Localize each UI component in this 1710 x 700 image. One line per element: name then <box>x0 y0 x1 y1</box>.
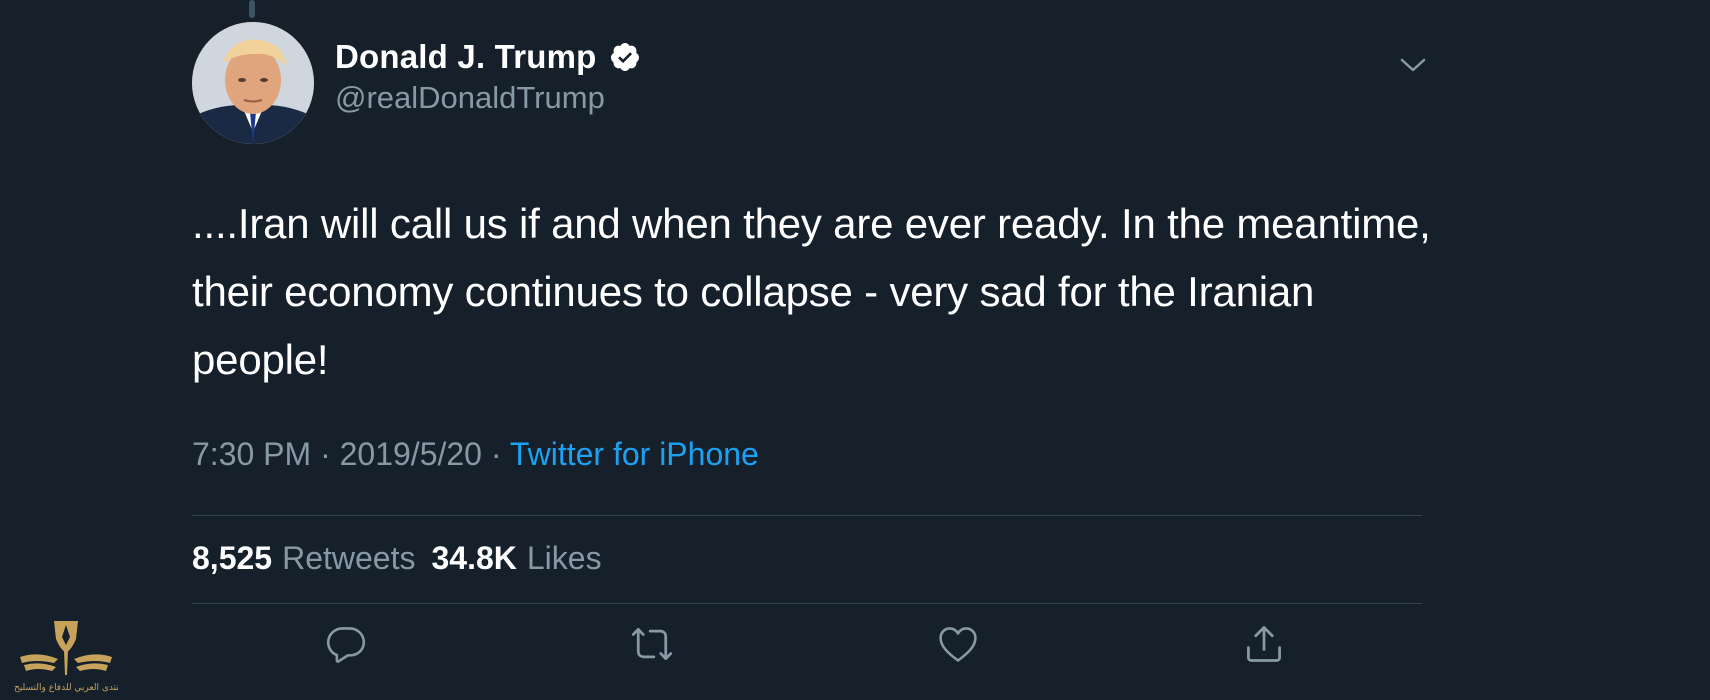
shield-wings-icon <box>20 621 112 675</box>
tweet-source-link[interactable]: Twitter for iPhone <box>510 436 759 472</box>
reply-button[interactable] <box>324 622 368 666</box>
watermark-text: المنتدى العربي للدفاع والتسليح <box>14 683 118 693</box>
author-handle[interactable]: @realDonaldTrump <box>335 80 605 116</box>
watermark-logo: المنتدى العربي للدفاع والتسليح <box>14 615 118 700</box>
reply-icon <box>326 627 366 663</box>
avatar[interactable] <box>192 22 314 144</box>
chevron-down-icon[interactable] <box>1398 50 1428 80</box>
author-display-name[interactable]: Donald J. Trump <box>335 38 597 76</box>
retweet-icon <box>631 627 673 661</box>
retweets-count: 8,525 <box>192 540 273 576</box>
divider <box>192 515 1422 516</box>
retweet-button[interactable] <box>630 622 674 666</box>
likes-label: Likes <box>526 540 602 576</box>
share-icon <box>1247 626 1281 662</box>
likes-count: 34.8K <box>431 540 517 576</box>
tweet-time[interactable]: 7:30 PM <box>192 436 311 472</box>
tweet-actions-bar <box>0 622 1710 672</box>
meta-separator: · <box>320 436 331 472</box>
tweet-date[interactable]: 2019/5/20 <box>340 436 482 472</box>
author-name-row: Donald J. Trump <box>335 38 641 76</box>
retweets-label: Retweets <box>282 540 416 576</box>
thread-connector-line <box>249 0 255 18</box>
retweets-stat[interactable]: 8,525 Retweets <box>192 540 415 577</box>
tweet-detail-page: Donald J. Trump @realDonaldTrump ....Ira… <box>0 0 1710 700</box>
share-button[interactable] <box>1242 622 1286 666</box>
heart-icon <box>939 627 977 662</box>
tweet-stats: 8,525 Retweets 34.8K Likes <box>192 540 602 577</box>
tweet-text: ....Iran will call us if and when they a… <box>192 200 1431 383</box>
meta-separator: · <box>490 436 502 472</box>
verified-badge-icon <box>609 41 641 73</box>
likes-stat[interactable]: 34.8K Likes <box>431 540 601 577</box>
tweet-meta: 7:30 PM · 2019/5/20 · Twitter for iPhone <box>192 436 759 473</box>
divider <box>192 603 1422 604</box>
like-button[interactable] <box>936 622 980 666</box>
avatar-image <box>192 22 314 144</box>
